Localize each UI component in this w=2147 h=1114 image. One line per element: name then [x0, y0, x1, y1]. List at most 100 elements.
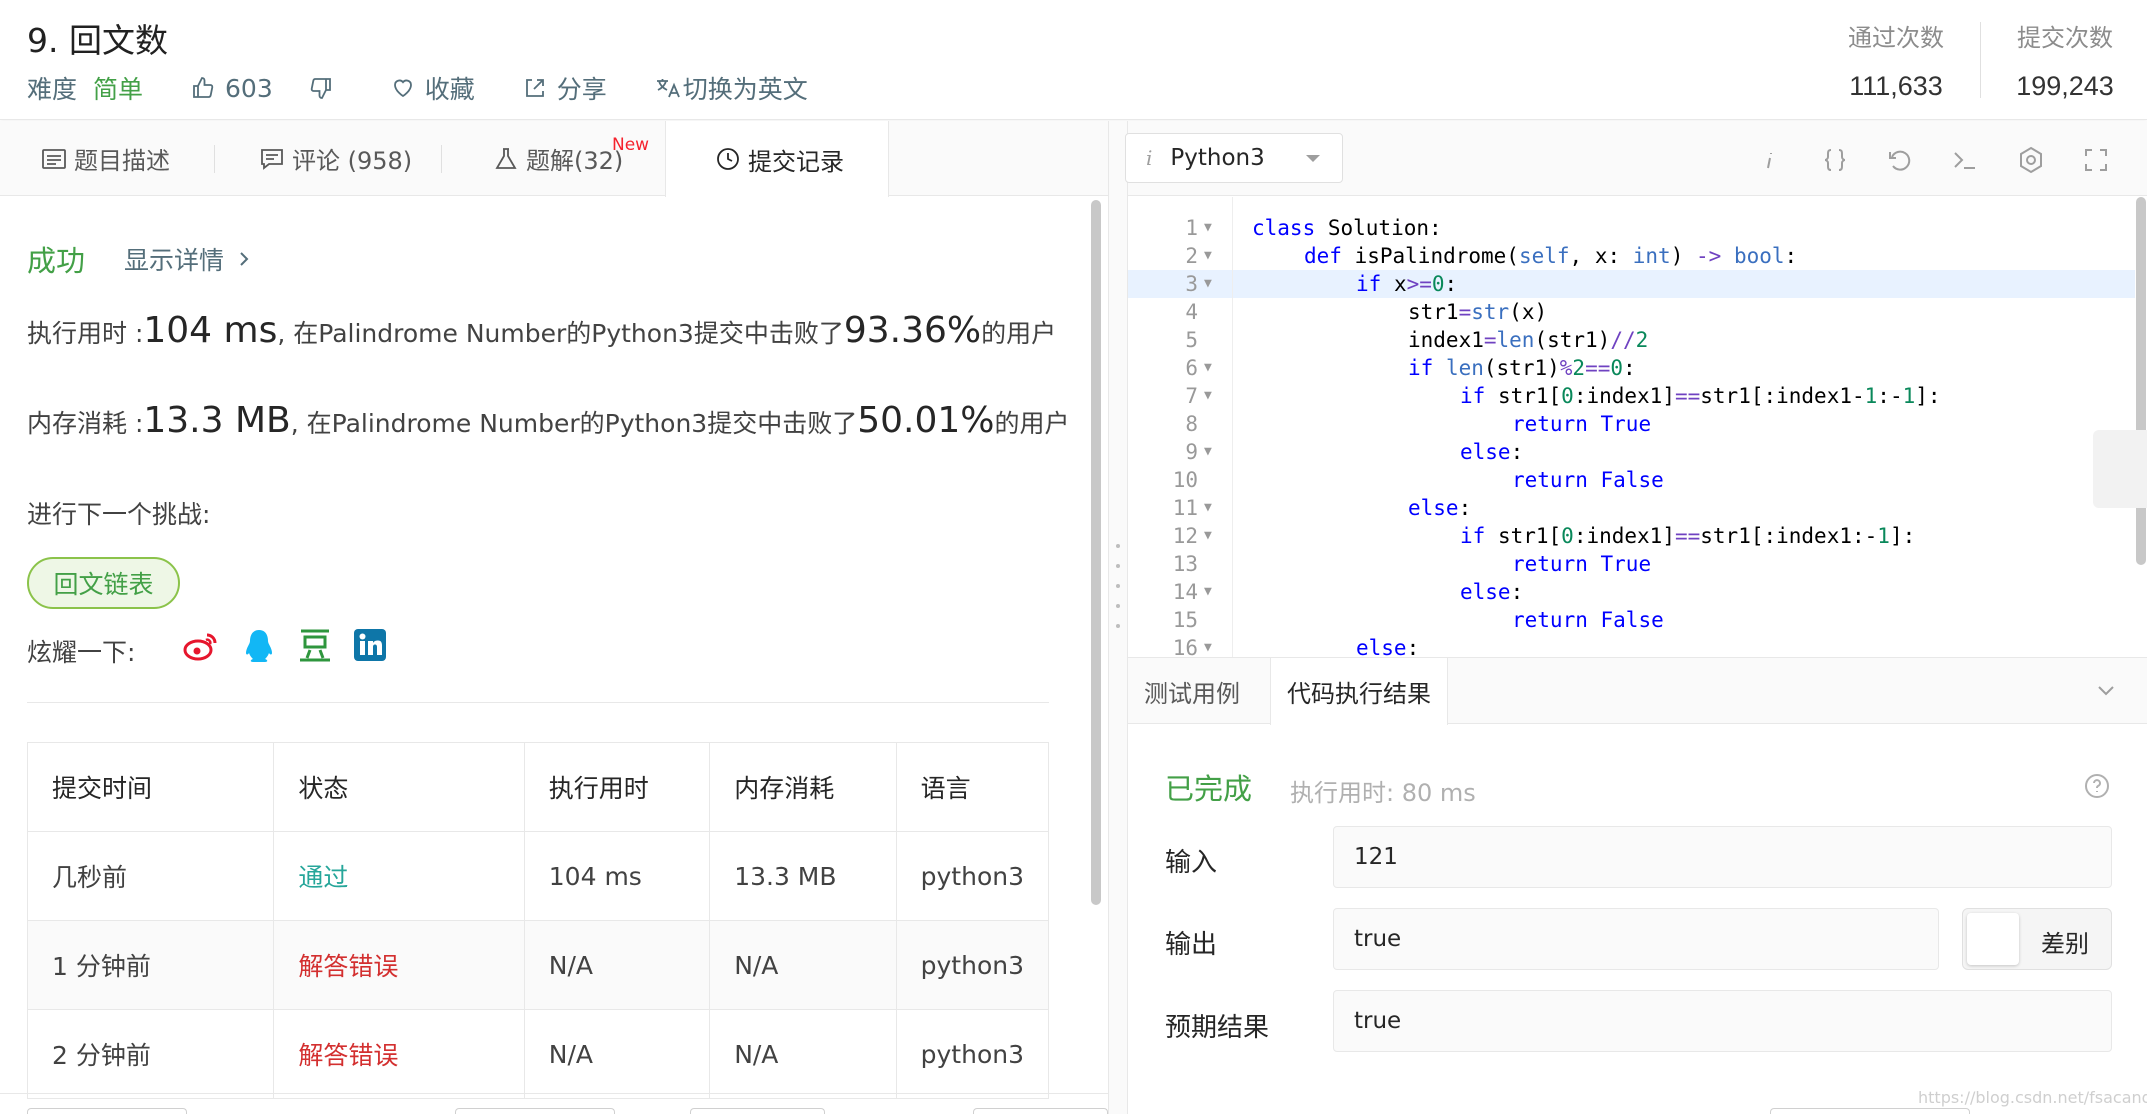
next-challenge-button[interactable]: 回文链表 [27, 557, 180, 609]
pagination-button[interactable] [973, 1108, 1108, 1114]
code-line[interactable]: 13 return True [1128, 550, 2135, 578]
floating-side-button[interactable] [2093, 430, 2147, 508]
fold-arrow-icon[interactable]: ▼ [1204, 382, 1212, 410]
header-status: 状态 [273, 742, 525, 832]
info-icon[interactable] [1755, 145, 1785, 175]
language-select[interactable]: i Python3 [1125, 133, 1343, 183]
code-line[interactable]: 10 return False [1128, 466, 2135, 494]
code-line[interactable]: 2 ▼ def isPalindrome(self, x: int) -> bool… [1128, 242, 2135, 270]
code-line[interactable]: 15 return False [1128, 606, 2135, 634]
editor-scrollbar[interactable] [2136, 197, 2146, 565]
tab-description-label: 题目描述 [74, 147, 170, 175]
fold-arrow-icon[interactable]: ▼ [1204, 354, 1212, 382]
result-status: 成功 [27, 244, 86, 278]
fold-arrow-icon[interactable]: ▼ [1204, 438, 1212, 466]
code-line[interactable]: 1 ▼ class Solution: [1128, 214, 2135, 242]
tab-description[interactable]: 题目描述 [42, 121, 170, 196]
show-details-link[interactable]: 显示详情 [124, 241, 250, 277]
pagination-button[interactable] [27, 1108, 187, 1114]
status-link[interactable]: 解答错误 [298, 1041, 398, 1070]
language-value: Python3 [1170, 145, 1265, 171]
favorite-button[interactable]: 收藏 [391, 70, 475, 106]
share-button[interactable]: 分享 [523, 70, 607, 106]
table-row: 2 分钟前 解答错误 N/A N/A python3 [26, 1009, 1050, 1099]
pagination-button[interactable] [455, 1108, 615, 1114]
like-button[interactable]: 603 [191, 74, 273, 103]
code-line[interactable]: 5 index1=len(str1)//2 [1128, 326, 2135, 354]
input-value: 121 [1354, 844, 1398, 870]
fold-arrow-icon[interactable]: ▼ [1204, 242, 1212, 270]
fold-arrow-icon[interactable]: ▼ [1204, 214, 1212, 242]
line-number: 9 [1185, 440, 1198, 464]
code-text: else: [1460, 580, 1524, 604]
tab-comments[interactable]: 评论 (958) [260, 121, 412, 196]
fold-arrow-icon[interactable]: ▼ [1204, 634, 1212, 657]
problem-meta: 难度 简单 603 收藏 分享 切换为英文 [27, 70, 808, 106]
diff-toggle[interactable]: 差别 [1962, 908, 2112, 970]
left-scrollbar[interactable] [1091, 200, 1101, 905]
qq-icon[interactable] [240, 627, 278, 665]
code-editor[interactable]: 1 ▼ class Solution: 2 ▼ def isPalindrome(self… [1128, 197, 2135, 657]
problem-header: 9. 回文数 难度 简单 603 收藏 分享 切换为英文 通过次数 111,63… [0, 0, 2147, 120]
code-text: else: [1460, 440, 1524, 464]
tab-submissions-label: 提交记录 [748, 147, 844, 176]
code-line[interactable]: 3 ▼ if x>=0: [1128, 270, 2135, 298]
fold-arrow-icon[interactable]: ▼ [1204, 578, 1212, 606]
status-link[interactable]: 通过 [298, 863, 348, 892]
submissions-stat: 提交次数 199,243 [1975, 18, 2147, 102]
cell-status[interactable]: 解答错误 [273, 1009, 525, 1099]
braces-icon[interactable] [1820, 145, 1850, 175]
splitter-dot [1116, 624, 1120, 628]
help-icon[interactable] [2083, 772, 2111, 800]
code-text: else: [1408, 496, 1472, 520]
tab-run-result[interactable]: 代码执行结果 [1270, 658, 1448, 725]
cell-status[interactable]: 解答错误 [273, 920, 525, 1010]
clock-icon [716, 147, 740, 171]
runtime-value: 104 ms [143, 310, 278, 351]
fold-arrow-icon[interactable]: ▼ [1204, 522, 1212, 550]
code-line[interactable]: 11 ▼ else: [1128, 494, 2135, 522]
fold-arrow-icon[interactable]: ▼ [1204, 494, 1212, 522]
runtime-text: , 在Palindrome Number的Python3提交中击败了 [277, 319, 844, 348]
line-number: 11 [1172, 496, 1198, 520]
run-exec-time: 执行用时: 80 ms [1290, 779, 1476, 807]
code-line[interactable]: 16 ▼ else: [1128, 634, 2135, 657]
tab-testcase[interactable]: 测试用例 [1128, 658, 1256, 724]
code-line[interactable]: 6 ▼ if len(str1)%2==0: [1128, 354, 2135, 382]
fullscreen-icon[interactable] [2081, 145, 2111, 175]
run-code-button[interactable] [1770, 1108, 1970, 1114]
tab-submissions[interactable]: 提交记录 [665, 121, 889, 197]
code-text: return False [1512, 608, 1664, 632]
terminal-icon[interactable] [1950, 145, 1980, 175]
table-row: 1 分钟前 解答错误 N/A N/A python3 [26, 920, 1050, 1010]
weibo-icon[interactable] [182, 627, 220, 665]
pane-splitter[interactable] [1108, 121, 1128, 1114]
code-text: else: [1356, 636, 1420, 657]
code-line[interactable]: 14 ▼ else: [1128, 578, 2135, 606]
tab-solutions[interactable]: 题解(32) [494, 121, 623, 196]
code-line[interactable]: 9 ▼ else: [1128, 438, 2135, 466]
linkedin-icon[interactable] [352, 627, 390, 665]
problem-title: 9. 回文数 [27, 21, 168, 60]
tab-separator [214, 145, 215, 173]
line-number: 14 [1172, 580, 1198, 604]
code-line[interactable]: 4 str1=str(x) [1128, 298, 2135, 326]
pagination-button[interactable] [690, 1108, 825, 1114]
code-line[interactable]: 12 ▼ if str1[0:index1]==str1[:index1:-1]: [1128, 522, 2135, 550]
cell-status[interactable]: 通过 [273, 831, 525, 921]
douban-icon[interactable] [296, 627, 334, 665]
code-line[interactable]: 7 ▼ if str1[0:index1]==str1[:index1-1:-1]: [1128, 382, 2135, 410]
code-line[interactable]: 8 return True [1128, 410, 2135, 438]
fold-arrow-icon[interactable]: ▼ [1204, 270, 1212, 298]
accepted-stat: 通过次数 111,633 [1806, 18, 1986, 102]
new-badge: New [612, 135, 650, 155]
status-link[interactable]: 解答错误 [298, 952, 398, 981]
dislike-button[interactable] [309, 76, 343, 100]
switch-language-button[interactable]: 切换为英文 [655, 70, 808, 106]
line-number: 7 [1185, 384, 1198, 408]
reset-icon[interactable] [1885, 145, 1915, 175]
heart-icon [391, 76, 415, 100]
chevron-down-icon[interactable] [2094, 678, 2118, 706]
code-text: index1=len(str1)//2 [1408, 328, 1649, 352]
settings-icon[interactable] [2016, 145, 2046, 175]
